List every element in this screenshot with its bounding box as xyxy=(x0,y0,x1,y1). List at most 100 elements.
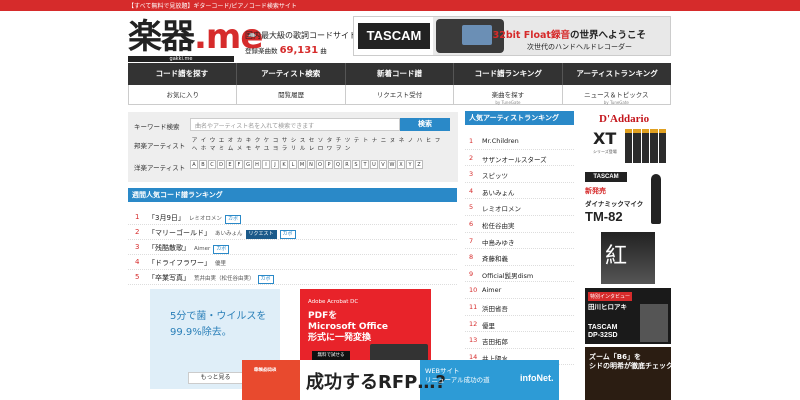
kana-link[interactable]: ハ xyxy=(415,137,424,145)
artist-ranking-row[interactable]: 6 松任谷由実 xyxy=(465,216,574,233)
kana-link[interactable]: サ xyxy=(280,137,289,145)
kana-link[interactable]: ノ xyxy=(406,137,415,145)
artist-ranking-row[interactable]: 8 斉藤和義 xyxy=(465,249,574,266)
kana-link[interactable]: ア xyxy=(190,137,199,145)
kana-link[interactable]: ク xyxy=(253,137,262,145)
kana-link[interactable]: ミ xyxy=(217,145,226,153)
alphabet-link[interactable]: I xyxy=(262,160,270,169)
song-artist[interactable]: 優里 xyxy=(215,261,226,267)
kana-link[interactable]: メ xyxy=(235,145,244,153)
artist-ranking-row[interactable]: 4 あいみょん xyxy=(465,183,574,200)
adobe-cta-button[interactable]: 無料で試せる xyxy=(312,351,350,360)
site-logo[interactable]: 楽器.me gakki.me xyxy=(128,18,263,62)
tascam-mic-ad[interactable]: TASCAM 新発売 ダイナミックマイク TM-82 xyxy=(585,170,671,230)
nav-news[interactable]: ニュース＆トピックス by TuneGate xyxy=(563,85,672,105)
alphabet-link[interactable]: M xyxy=(298,160,306,169)
artist-ranking-row[interactable]: 5 レミオロメン xyxy=(465,199,574,216)
kana-link[interactable]: ル xyxy=(298,145,307,153)
artist-name[interactable]: 松任谷由実 xyxy=(482,220,515,230)
artist-ranking-row[interactable]: 9 Official髭男dism xyxy=(465,266,574,283)
alphabet-link[interactable]: G xyxy=(244,160,252,169)
alphabet-link[interactable]: A xyxy=(190,160,198,169)
kana-link[interactable]: ヒ xyxy=(424,137,433,145)
weekly-ranking-row[interactable]: 3 「残酷散歌」 Aimer カポ xyxy=(128,240,457,255)
kana-link[interactable]: レ xyxy=(307,145,316,153)
kana-link[interactable]: マ xyxy=(208,145,217,153)
artist-ranking-row[interactable]: 2 サザンオールスターズ xyxy=(465,150,574,167)
kana-link[interactable]: ケ xyxy=(262,137,271,145)
song-title[interactable]: 「マリーゴールド」 xyxy=(148,229,211,237)
alphabet-link[interactable]: B xyxy=(199,160,207,169)
kana-link[interactable]: ウ xyxy=(208,137,217,145)
artist-name[interactable]: 優里 xyxy=(482,320,495,330)
artist-name[interactable]: あいみょん xyxy=(482,187,515,197)
kana-link[interactable]: ト xyxy=(361,137,370,145)
alphabet-link[interactable]: Q xyxy=(334,160,342,169)
alphabet-link[interactable]: Y xyxy=(406,160,414,169)
weekly-ranking-row[interactable]: 2 「マリーゴールド」 あいみょん リクエスト カポ xyxy=(128,225,457,240)
kana-link[interactable]: チ xyxy=(334,137,343,145)
alphabet-link[interactable]: F xyxy=(235,160,243,169)
artist-ranking-row[interactable]: 1 Mr.Children xyxy=(465,133,574,150)
nav-artist-search[interactable]: アーティスト検索 xyxy=(237,63,346,85)
kana-link[interactable]: ネ xyxy=(397,137,406,145)
alphabet-link[interactable]: K xyxy=(280,160,288,169)
song-artist[interactable]: 荒井由実（松任谷由実） xyxy=(194,276,255,282)
nav-history[interactable]: 閲覧履歴 xyxy=(237,85,346,104)
alphabet-link[interactable]: N xyxy=(307,160,315,169)
alphabet-link[interactable]: U xyxy=(370,160,378,169)
alphabet-link[interactable]: J xyxy=(271,160,279,169)
kana-link[interactable]: イ xyxy=(199,137,208,145)
kana-link[interactable]: ホ xyxy=(199,145,208,153)
weekly-ranking-row[interactable]: 4 「ドライフラワー」 優里 xyxy=(128,255,457,270)
kana-link[interactable]: ユ xyxy=(262,145,271,153)
kana-link[interactable]: ヌ xyxy=(388,137,397,145)
song-title[interactable]: 「ドライフラワー」 xyxy=(148,259,211,267)
kana-link[interactable]: カ xyxy=(235,137,244,145)
song-title[interactable]: 「残酷散歌」 xyxy=(148,244,190,252)
kana-link[interactable]: ツ xyxy=(343,137,352,145)
zoom-review-banner[interactable]: ズーム「B6」を シドの明希が徹底チェック xyxy=(585,347,671,400)
artist-name[interactable]: 浜田省吾 xyxy=(482,303,508,313)
artist-ranking-row[interactable]: 7 中島みゆき xyxy=(465,233,574,250)
artwork-banner[interactable]: 紅 xyxy=(585,232,671,284)
kana-link[interactable]: ラ xyxy=(280,145,289,153)
nav-artist-ranking[interactable]: アーティストランキング xyxy=(563,63,671,85)
nav-find-chords[interactable]: コード譜を探す xyxy=(128,63,237,85)
kana-link[interactable]: ワ xyxy=(325,145,334,153)
alphabet-link[interactable]: X xyxy=(397,160,405,169)
kana-link[interactable]: コ xyxy=(271,137,280,145)
kana-link[interactable]: モ xyxy=(244,145,253,153)
alphabet-link[interactable]: H xyxy=(253,160,261,169)
kana-link[interactable]: ソ xyxy=(316,137,325,145)
kana-link[interactable]: ヲ xyxy=(334,145,343,153)
artist-name[interactable]: 吉田拓郎 xyxy=(482,336,508,346)
song-artist[interactable]: あいみょん xyxy=(215,231,243,237)
kana-link[interactable]: ナ xyxy=(370,137,379,145)
kana-link[interactable]: オ xyxy=(226,137,235,145)
alphabet-link[interactable]: S xyxy=(352,160,360,169)
artist-name[interactable]: Mr.Children xyxy=(482,137,519,145)
artist-name[interactable]: Aimer xyxy=(482,286,501,294)
artist-name[interactable]: 斉藤和義 xyxy=(482,253,508,263)
alphabet-link[interactable]: W xyxy=(388,160,396,169)
nav-request[interactable]: リクエスト受付 xyxy=(346,85,455,104)
kana-link[interactable]: ヨ xyxy=(271,145,280,153)
daddario-ad[interactable]: D'Addario XT シリーズ登場 xyxy=(585,111,671,167)
kana-link[interactable]: ス xyxy=(298,137,307,145)
nav-chord-ranking[interactable]: コード譜ランキング xyxy=(454,63,564,85)
artist-name[interactable]: レミオロメン xyxy=(482,203,521,213)
alphabet-link[interactable]: C xyxy=(208,160,216,169)
artist-ranking-row[interactable]: 13 吉田拓郎 xyxy=(465,332,574,349)
weekly-ranking-row[interactable]: 5 「卒業写真」 荒井由実（松任谷由実） カポ xyxy=(128,270,457,285)
song-artist[interactable]: Aimer xyxy=(194,246,210,252)
alphabet-link[interactable]: E xyxy=(226,160,234,169)
kana-link[interactable]: タ xyxy=(325,137,334,145)
kana-link[interactable]: ニ xyxy=(379,137,388,145)
alphabet-link[interactable]: O xyxy=(316,160,324,169)
artist-ranking-row[interactable]: 3 スピッツ xyxy=(465,166,574,183)
artist-name[interactable]: Official髭男dism xyxy=(482,270,533,280)
nav-new-chords[interactable]: 新着コード譜 xyxy=(346,63,455,85)
kana-link[interactable]: ン xyxy=(343,145,352,153)
nav-find-songs[interactable]: 楽曲を探す by TuneGate xyxy=(454,85,563,105)
